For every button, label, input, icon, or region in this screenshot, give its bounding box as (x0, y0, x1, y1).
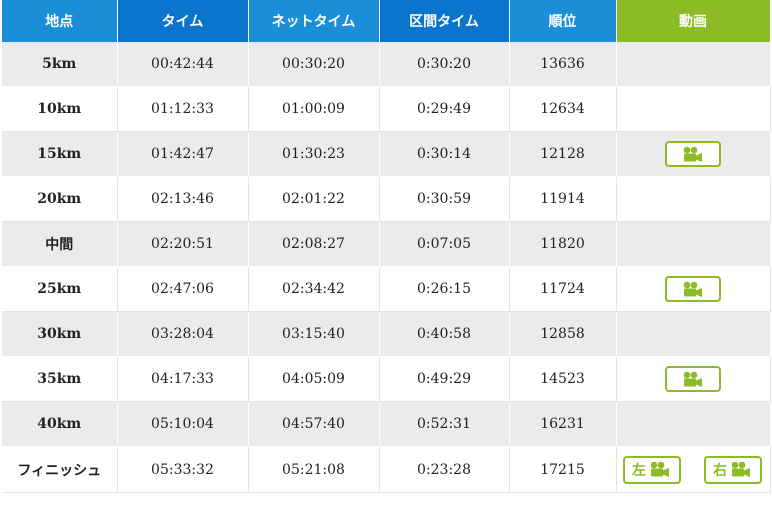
split-times-table: 地点 タイム ネットタイム 区間タイム 順位 動画 5km 00:42:44 0… (2, 0, 771, 493)
cell-net-time: 00:30:20 (248, 42, 380, 87)
video-button-15km[interactable] (665, 141, 721, 167)
cell-video (616, 266, 771, 312)
cell-rank: 11724 (509, 266, 617, 312)
video-button-finish-right[interactable]: 右 (703, 455, 762, 484)
cell-point: 30km (2, 311, 118, 357)
cell-time: 01:12:33 (117, 86, 249, 132)
video-camera-icon (650, 461, 669, 477)
cell-split-time: 0:30:14 (379, 131, 510, 177)
cell-time: 01:42:47 (117, 131, 249, 177)
header-video: 動画 (616, 0, 771, 42)
header-split-time: 区間タイム (379, 0, 510, 42)
cell-net-time: 02:34:42 (248, 266, 380, 312)
cell-net-time: 04:57:40 (248, 401, 380, 447)
cell-point: 15km (2, 131, 118, 177)
cell-split-time: 0:40:58 (379, 311, 510, 357)
cell-point: フィニッシュ (2, 446, 118, 493)
cell-point: 40km (2, 401, 118, 447)
cell-split-time: 0:26:15 (379, 266, 510, 312)
cell-net-time: 01:00:09 (248, 86, 380, 132)
cell-rank: 17215 (509, 446, 617, 493)
video-button-25km[interactable] (665, 276, 721, 302)
header-net-time: ネットタイム (248, 0, 380, 42)
table-row: 15km 01:42:47 01:30:23 0:30:14 12128 (2, 131, 771, 177)
video-camera-icon (683, 146, 702, 162)
cell-video (616, 86, 771, 132)
cell-time: 04:17:33 (117, 356, 249, 402)
cell-rank: 14523 (509, 356, 617, 402)
cell-net-time: 04:05:09 (248, 356, 380, 402)
finish-video-buttons: 左 右 (617, 455, 770, 484)
cell-time: 02:20:51 (117, 221, 249, 267)
table-row: フィニッシュ 05:33:32 05:21:08 0:23:28 17215 左 (2, 446, 771, 493)
header-point: 地点 (2, 0, 118, 42)
cell-time: 05:33:32 (117, 446, 249, 493)
cell-time: 02:13:46 (117, 176, 249, 222)
cell-video: 左 右 (616, 446, 771, 493)
cell-video (616, 221, 771, 267)
cell-net-time: 03:15:40 (248, 311, 380, 357)
table-row: 40km 05:10:04 04:57:40 0:52:31 16231 (2, 401, 771, 447)
cell-video (616, 356, 771, 402)
cell-time: 00:42:44 (117, 42, 249, 87)
cell-rank: 11914 (509, 176, 617, 222)
table-row: 10km 01:12:33 01:00:09 0:29:49 12634 (2, 86, 771, 132)
table-row: 35km 04:17:33 04:05:09 0:49:29 14523 (2, 356, 771, 402)
cell-video (616, 401, 771, 447)
table-row: 25km 02:47:06 02:34:42 0:26:15 11724 (2, 266, 771, 312)
cell-split-time: 0:07:05 (379, 221, 510, 267)
cell-rank: 11820 (509, 221, 617, 267)
table-row: 30km 03:28:04 03:15:40 0:40:58 12858 (2, 311, 771, 357)
cell-point: 20km (2, 176, 118, 222)
cell-split-time: 0:52:31 (379, 401, 510, 447)
cell-split-time: 0:29:49 (379, 86, 510, 132)
cell-net-time: 02:01:22 (248, 176, 380, 222)
cell-split-time: 0:49:29 (379, 356, 510, 402)
table-row: 20km 02:13:46 02:01:22 0:30:59 11914 (2, 176, 771, 222)
cell-net-time: 05:21:08 (248, 446, 380, 493)
cell-point: 25km (2, 266, 118, 312)
cell-rank: 13636 (509, 42, 617, 87)
cell-video (616, 131, 771, 177)
table-header-row: 地点 タイム ネットタイム 区間タイム 順位 動画 (2, 0, 771, 42)
cell-rank: 12634 (509, 86, 617, 132)
video-button-35km[interactable] (665, 366, 721, 392)
video-right-label: 右 (713, 462, 727, 479)
cell-rank: 12128 (509, 131, 617, 177)
cell-time: 03:28:04 (117, 311, 249, 357)
video-left-label: 左 (632, 462, 646, 479)
cell-net-time: 02:08:27 (248, 221, 380, 267)
table-row: 中間 02:20:51 02:08:27 0:07:05 11820 (2, 221, 771, 267)
cell-video (616, 176, 771, 222)
cell-net-time: 01:30:23 (248, 131, 380, 177)
cell-time: 02:47:06 (117, 266, 249, 312)
cell-rank: 16231 (509, 401, 617, 447)
video-camera-icon (683, 281, 702, 297)
cell-video (616, 311, 771, 357)
header-time: タイム (117, 0, 249, 42)
cell-split-time: 0:23:28 (379, 446, 510, 493)
cell-video (616, 42, 771, 87)
video-camera-icon (731, 461, 750, 477)
header-rank: 順位 (509, 0, 617, 42)
cell-time: 05:10:04 (117, 401, 249, 447)
cell-point: 中間 (2, 221, 118, 267)
cell-point: 5km (2, 42, 118, 87)
cell-point: 10km (2, 86, 118, 132)
table-row: 5km 00:42:44 00:30:20 0:30:20 13636 (2, 42, 771, 87)
cell-rank: 12858 (509, 311, 617, 357)
video-camera-icon (683, 371, 702, 387)
cell-split-time: 0:30:59 (379, 176, 510, 222)
cell-point: 35km (2, 356, 118, 402)
cell-split-time: 0:30:20 (379, 42, 510, 87)
video-button-finish-left[interactable]: 左 (622, 455, 681, 484)
